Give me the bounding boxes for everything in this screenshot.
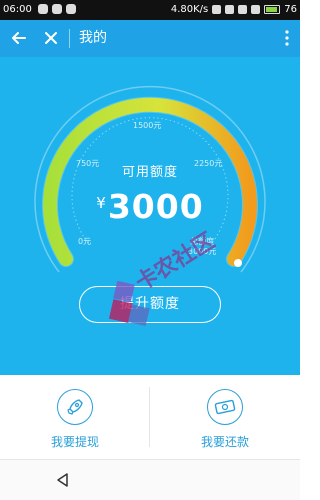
battery-level: 76 (284, 4, 297, 15)
network-speed: 4.80K/s (170, 4, 209, 15)
watermark-logo: 卡农社区 (108, 228, 219, 327)
money-icon (207, 389, 243, 425)
credit-gauge-panel: 1500元 750元 2250元 0元 总额度 3000元 可用额度 ¥3000… (0, 57, 300, 375)
sim-icon (212, 5, 222, 14)
status-right: 4.80K/s 76 (171, 4, 297, 15)
more-menu-icon[interactable] (280, 27, 294, 49)
gauge-label-1500: 1500元 (133, 121, 162, 130)
action-panel: 我要提现 我要还款 (0, 375, 300, 459)
page-title: 我的 (79, 30, 107, 46)
rocket-icon (57, 389, 93, 425)
nav-bar: 我的 (0, 20, 300, 57)
system-back-icon[interactable] (55, 472, 71, 488)
status-time: 06:00 (3, 4, 32, 15)
chat-icon (38, 4, 48, 14)
available-credit-title: 可用额度 (121, 165, 178, 180)
notification-icons (38, 4, 76, 14)
withdraw-label: 我要提现 (50, 435, 99, 449)
withdraw-action[interactable]: 我要提现 (20, 389, 130, 450)
battery-icon (264, 5, 281, 14)
system-nav-bar (0, 459, 300, 500)
back-arrow-icon[interactable] (8, 27, 30, 49)
signal-icon (251, 5, 261, 14)
notification-icon (52, 4, 62, 14)
wifi-icon (238, 5, 248, 14)
image-icon (66, 4, 76, 14)
gauge-end-dot (234, 259, 242, 267)
repay-action[interactable]: 我要还款 (170, 389, 280, 450)
close-icon[interactable] (40, 27, 62, 49)
alarm-icon (225, 5, 235, 14)
action-divider (149, 387, 150, 447)
watermark-text: 卡农社区 (131, 228, 219, 297)
status-bar: 06:00 4.80K/s 76 (0, 0, 300, 20)
nav-divider (69, 29, 70, 48)
repay-label: 我要还款 (200, 435, 249, 449)
